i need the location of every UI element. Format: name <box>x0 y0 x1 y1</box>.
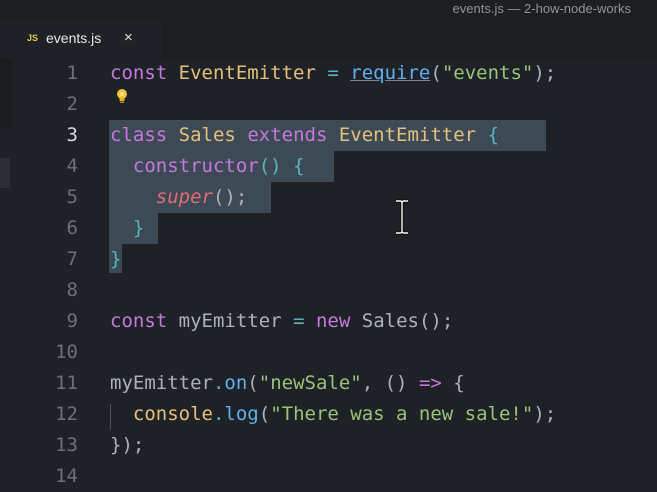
line-number: 9 <box>66 310 78 332</box>
title-bar: events.js — 2-how-node-works <box>0 0 657 20</box>
token: Sales <box>361 310 419 332</box>
line-number: 4 <box>66 155 78 177</box>
indent-guide <box>110 404 111 430</box>
tab-label: events.js <box>46 30 102 46</box>
code-text: const EventEmitter = require("events"); <box>110 58 556 89</box>
code-text: const myEmitter = new Sales(); <box>110 306 453 337</box>
token: , <box>361 372 374 394</box>
token: require <box>350 62 431 84</box>
code-text: super(); <box>110 182 248 213</box>
token: const <box>110 62 168 84</box>
code-text: } <box>110 244 121 275</box>
token: }); <box>110 434 145 456</box>
token: () <box>384 372 408 394</box>
token: constructor <box>132 155 259 177</box>
i-beam-cursor-icon <box>396 199 408 235</box>
token: extends <box>247 124 328 146</box>
line-number: 1 <box>66 62 78 84</box>
line-number: 5 <box>66 186 78 208</box>
code-text: constructor() { <box>110 151 305 182</box>
token: "events" <box>441 62 534 84</box>
code-line: 12 console.log("There was a new sale!"); <box>0 399 657 430</box>
code-line: 4 constructor() { <box>0 151 657 182</box>
token: { <box>487 124 500 146</box>
token: . <box>212 403 225 425</box>
line-number: 3 <box>66 124 78 146</box>
token: console <box>132 403 213 425</box>
code-line: 6 } <box>0 213 657 244</box>
token: const <box>110 310 168 332</box>
token: ); <box>533 403 557 425</box>
code-line: 11 myEmitter.on("newSale", () => { <box>0 368 657 399</box>
token: . <box>212 372 225 394</box>
token: => <box>418 372 442 394</box>
code-text: myEmitter.on("newSale", () => { <box>110 368 465 399</box>
code-line: 5 super(); <box>0 182 657 213</box>
tab-bar: JS events.js × <box>0 20 657 58</box>
token: ( <box>258 403 271 425</box>
token: "There was a new sale!" <box>270 403 534 425</box>
token: ); <box>533 62 557 84</box>
token: EventEmitter <box>178 62 316 84</box>
token: { <box>453 372 465 394</box>
line-number: 10 <box>55 341 78 363</box>
code-line: 7 } <box>0 244 657 275</box>
line-number: 8 <box>66 279 78 301</box>
token: class <box>110 124 168 146</box>
token: myEmitter <box>178 310 282 332</box>
js-file-icon: JS <box>27 33 39 43</box>
code-line: 8 <box>0 275 657 306</box>
token: (); <box>212 186 248 208</box>
token: { <box>293 155 305 177</box>
token: super <box>155 186 213 208</box>
code-line: 1 const EventEmitter = require("events")… <box>0 58 657 89</box>
code-line: 14 <box>0 461 657 492</box>
code-line: 2 <box>0 89 657 120</box>
tab-events-js[interactable]: JS events.js × <box>0 20 162 58</box>
token: (); <box>418 310 454 332</box>
token: myEmitter <box>110 372 213 394</box>
code-text: console.log("There was a new sale!"); <box>110 399 556 430</box>
line-number: 2 <box>66 93 78 115</box>
code-line: 9 const myEmitter = new Sales(); <box>0 306 657 337</box>
code-line: 10 <box>0 337 657 368</box>
line-number: 13 <box>55 434 78 456</box>
token: ( <box>247 372 259 394</box>
line-number: 6 <box>66 217 78 239</box>
token: } <box>132 217 145 239</box>
token: = <box>327 62 339 84</box>
token: ( <box>430 62 442 84</box>
token: Sales <box>178 124 236 146</box>
line-number: 7 <box>66 248 78 270</box>
line-number: 14 <box>55 465 78 487</box>
token: () <box>258 155 282 177</box>
code-line: 13 }); <box>0 430 657 461</box>
token: "newSale" <box>258 372 362 394</box>
line-number: 12 <box>55 403 78 425</box>
token: new <box>315 310 351 332</box>
code-text: } <box>110 213 144 244</box>
code-text: class Sales extends EventEmitter { <box>110 120 499 151</box>
token: on <box>224 372 248 394</box>
window-title: events.js — 2-how-node-works <box>452 1 631 16</box>
token: = <box>293 310 305 332</box>
code-editor[interactable]: 1 const EventEmitter = require("events")… <box>0 58 657 487</box>
token: log <box>224 403 259 425</box>
code-line: 3 class Sales extends EventEmitter { <box>0 120 657 151</box>
close-icon[interactable]: × <box>124 29 133 46</box>
token: } <box>110 248 122 270</box>
lightbulb-icon[interactable] <box>115 88 129 104</box>
code-text: }); <box>110 430 144 461</box>
line-number: 11 <box>55 372 78 394</box>
token: EventEmitter <box>338 124 477 146</box>
